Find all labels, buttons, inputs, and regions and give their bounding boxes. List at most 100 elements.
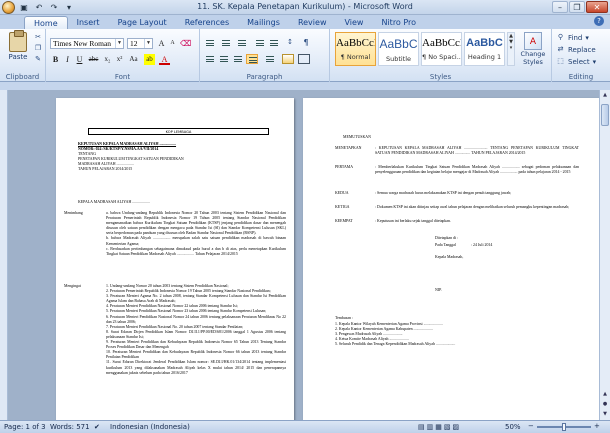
- change-case-icon[interactable]: Aa: [128, 54, 139, 65]
- tab-nitro-pro[interactable]: Nitro Pro: [372, 16, 425, 29]
- tab-mailings[interactable]: Mailings: [238, 16, 289, 29]
- mengingat-item: 11. Surat Edaran Direktorat Jenderal Pen…: [106, 360, 286, 375]
- style-preview: AaBbC: [466, 37, 503, 49]
- paste-button[interactable]: Paste: [6, 30, 30, 66]
- decrease-indent-icon[interactable]: [254, 38, 266, 48]
- styles-group-label: Styles: [429, 73, 452, 81]
- page-count[interactable]: Page: 1 of 3: [4, 423, 46, 431]
- styles-gallery-scroller[interactable]: ▲ ▼ ▾: [507, 32, 515, 66]
- menimbang-point: a. bahwa Undang-undang Republik Indonesi…: [106, 211, 286, 236]
- subscript-button[interactable]: x₂: [102, 54, 113, 65]
- document-workspace: KOP LEMBAGA KEPUTUSAN KEPALA MADRASAH AL…: [8, 90, 599, 420]
- vertical-scrollbar[interactable]: ▲ ▲ ● ▼: [599, 90, 610, 420]
- bullets-icon[interactable]: [204, 38, 216, 48]
- select-button[interactable]: ⬚ Select ▾: [556, 57, 596, 66]
- italic-button[interactable]: I: [62, 54, 73, 65]
- align-center-icon[interactable]: [218, 54, 230, 64]
- document-page-2[interactable]: MEMUTUSKAN MENETAPKAN : KEPUTUSAN KEPALA…: [303, 98, 599, 420]
- tab-insert[interactable]: Insert: [68, 16, 109, 29]
- clipboard-group-label: Clipboard: [5, 73, 40, 81]
- styles-group: AaBbCcI ¶ Normal AaBbC Subtitle AaBbCcI …: [330, 29, 552, 82]
- menimbang-point: c. Berdasarkan pertimbangan sebagaimana …: [106, 246, 286, 256]
- tembusan-label: Tembusan :: [335, 316, 353, 320]
- numbering-icon[interactable]: [220, 38, 232, 48]
- chevron-down-icon: ▾: [592, 57, 597, 66]
- next-page-icon[interactable]: ▼: [601, 410, 609, 418]
- underline-button[interactable]: U: [74, 54, 85, 65]
- editing-group-label: Editing: [568, 73, 594, 81]
- restore-button[interactable]: ❐: [569, 1, 585, 13]
- binoculars-icon: ⚲: [557, 33, 564, 41]
- zoom-out-icon[interactable]: −: [528, 422, 534, 430]
- style-normal[interactable]: AaBbCcI ¶ Normal: [335, 32, 376, 66]
- close-button[interactable]: ✕: [586, 1, 608, 13]
- align-left-icon[interactable]: [204, 54, 216, 64]
- tab-references[interactable]: References: [176, 16, 238, 29]
- replace-label: Replace: [568, 45, 596, 54]
- status-bar: Page: 1 of 3 Words: 571 ✔ Indonesian (In…: [0, 420, 610, 433]
- scroll-thumb[interactable]: [601, 104, 609, 126]
- highlight-icon[interactable]: ab: [144, 54, 155, 65]
- help-icon[interactable]: ?: [594, 16, 604, 26]
- strikethrough-button[interactable]: abc: [88, 54, 99, 65]
- word-window: ▣ ↶ ↷ ▾ 11. SK. Kepala Penetapan Kurikul…: [0, 0, 610, 433]
- font-color-icon[interactable]: A: [159, 54, 170, 65]
- format-painter-icon[interactable]: ✎: [33, 55, 43, 63]
- tab-home[interactable]: Home: [24, 16, 68, 29]
- zoom-slider-knob[interactable]: [562, 423, 566, 431]
- tab-page-layout[interactable]: Page Layout: [109, 16, 176, 29]
- sort-icon[interactable]: ↕: [284, 38, 296, 48]
- grow-font-icon[interactable]: A: [156, 38, 167, 49]
- scroll-up-icon[interactable]: ▲: [601, 91, 609, 99]
- superscript-button[interactable]: x²: [114, 54, 125, 65]
- find-button[interactable]: ⚲ Find ▾: [556, 33, 589, 42]
- title-line-6: TAHUN PELAJARAN 2014/2015: [78, 167, 133, 172]
- font-name-select[interactable]: Times New Roman ▼: [50, 38, 124, 49]
- show-formatting-icon[interactable]: ¶: [300, 38, 312, 48]
- shading-icon[interactable]: [282, 54, 294, 64]
- style-subtitle[interactable]: AaBbC Subtitle: [378, 32, 419, 66]
- minimize-button[interactable]: –: [552, 1, 568, 13]
- multilevel-list-icon[interactable]: [236, 38, 248, 48]
- menetapkan-text: : KEPUTUSAN KEPALA MADRASAH ALIYAH .....…: [375, 146, 579, 156]
- paragraph-group-label: Paragraph: [246, 73, 283, 81]
- justify-icon[interactable]: [246, 54, 258, 64]
- style-no-spacing[interactable]: AaBbCcI ¶ No Spaci...: [421, 32, 462, 66]
- change-styles-icon: A: [524, 32, 542, 50]
- tab-review[interactable]: Review: [289, 16, 336, 29]
- clipboard-group: Paste ✂ ❐ ✎ Clipboard: [0, 29, 46, 82]
- cut-icon[interactable]: ✂: [33, 33, 43, 41]
- style-name: ¶ Normal: [340, 53, 371, 61]
- menimbang-point: b. bahwa Madrasah Aliyah ...............…: [106, 236, 286, 246]
- align-right-icon[interactable]: [232, 54, 244, 64]
- font-name-value: Times New Roman: [53, 39, 112, 48]
- mengingat-item: 10. Peraturan Menteri Pendidikan dan Keb…: [106, 350, 286, 360]
- word-count[interactable]: Words: 571: [50, 423, 90, 431]
- style-heading-1[interactable]: AaBbC Heading 1: [464, 32, 505, 66]
- zoom-level[interactable]: 50%: [505, 423, 521, 431]
- zoom-in-icon[interactable]: +: [594, 422, 600, 430]
- font-size-select[interactable]: 12 ▼: [127, 38, 153, 49]
- shrink-font-icon[interactable]: A: [167, 38, 178, 49]
- clear-formatting-icon[interactable]: ⌫: [180, 38, 191, 49]
- borders-icon[interactable]: [298, 54, 310, 64]
- change-styles-button[interactable]: A Change Styles: [518, 32, 548, 76]
- select-browse-object-icon[interactable]: ●: [601, 400, 609, 408]
- bold-button[interactable]: B: [50, 54, 61, 65]
- copy-icon[interactable]: ❐: [33, 44, 43, 52]
- menetapkan-label: MENETAPKAN: [335, 146, 362, 150]
- previous-page-icon[interactable]: ▲: [601, 390, 609, 398]
- tab-view[interactable]: View: [335, 16, 372, 29]
- replace-button[interactable]: ⇄ Replace: [556, 45, 596, 54]
- tanggal-value: : 24 Juli 2014: [471, 243, 493, 247]
- document-page-1[interactable]: KOP LEMBAGA KEPUTUSAN KEPALA MADRASAH AL…: [56, 98, 294, 420]
- proofing-icon[interactable]: ✔: [94, 423, 100, 431]
- window-controls: – ❐ ✕: [552, 1, 608, 13]
- style-preview: AaBbCcI: [336, 37, 375, 49]
- ketiga-label: KETIGA: [335, 205, 350, 209]
- line-spacing-icon[interactable]: [264, 54, 276, 64]
- view-buttons[interactable]: ▤▥▦▧▨: [418, 423, 461, 431]
- kepala-madrasah-label: Kepala Madrasah,: [435, 255, 464, 259]
- increase-indent-icon[interactable]: [268, 38, 280, 48]
- language-indicator[interactable]: Indonesian (Indonesia): [110, 423, 190, 431]
